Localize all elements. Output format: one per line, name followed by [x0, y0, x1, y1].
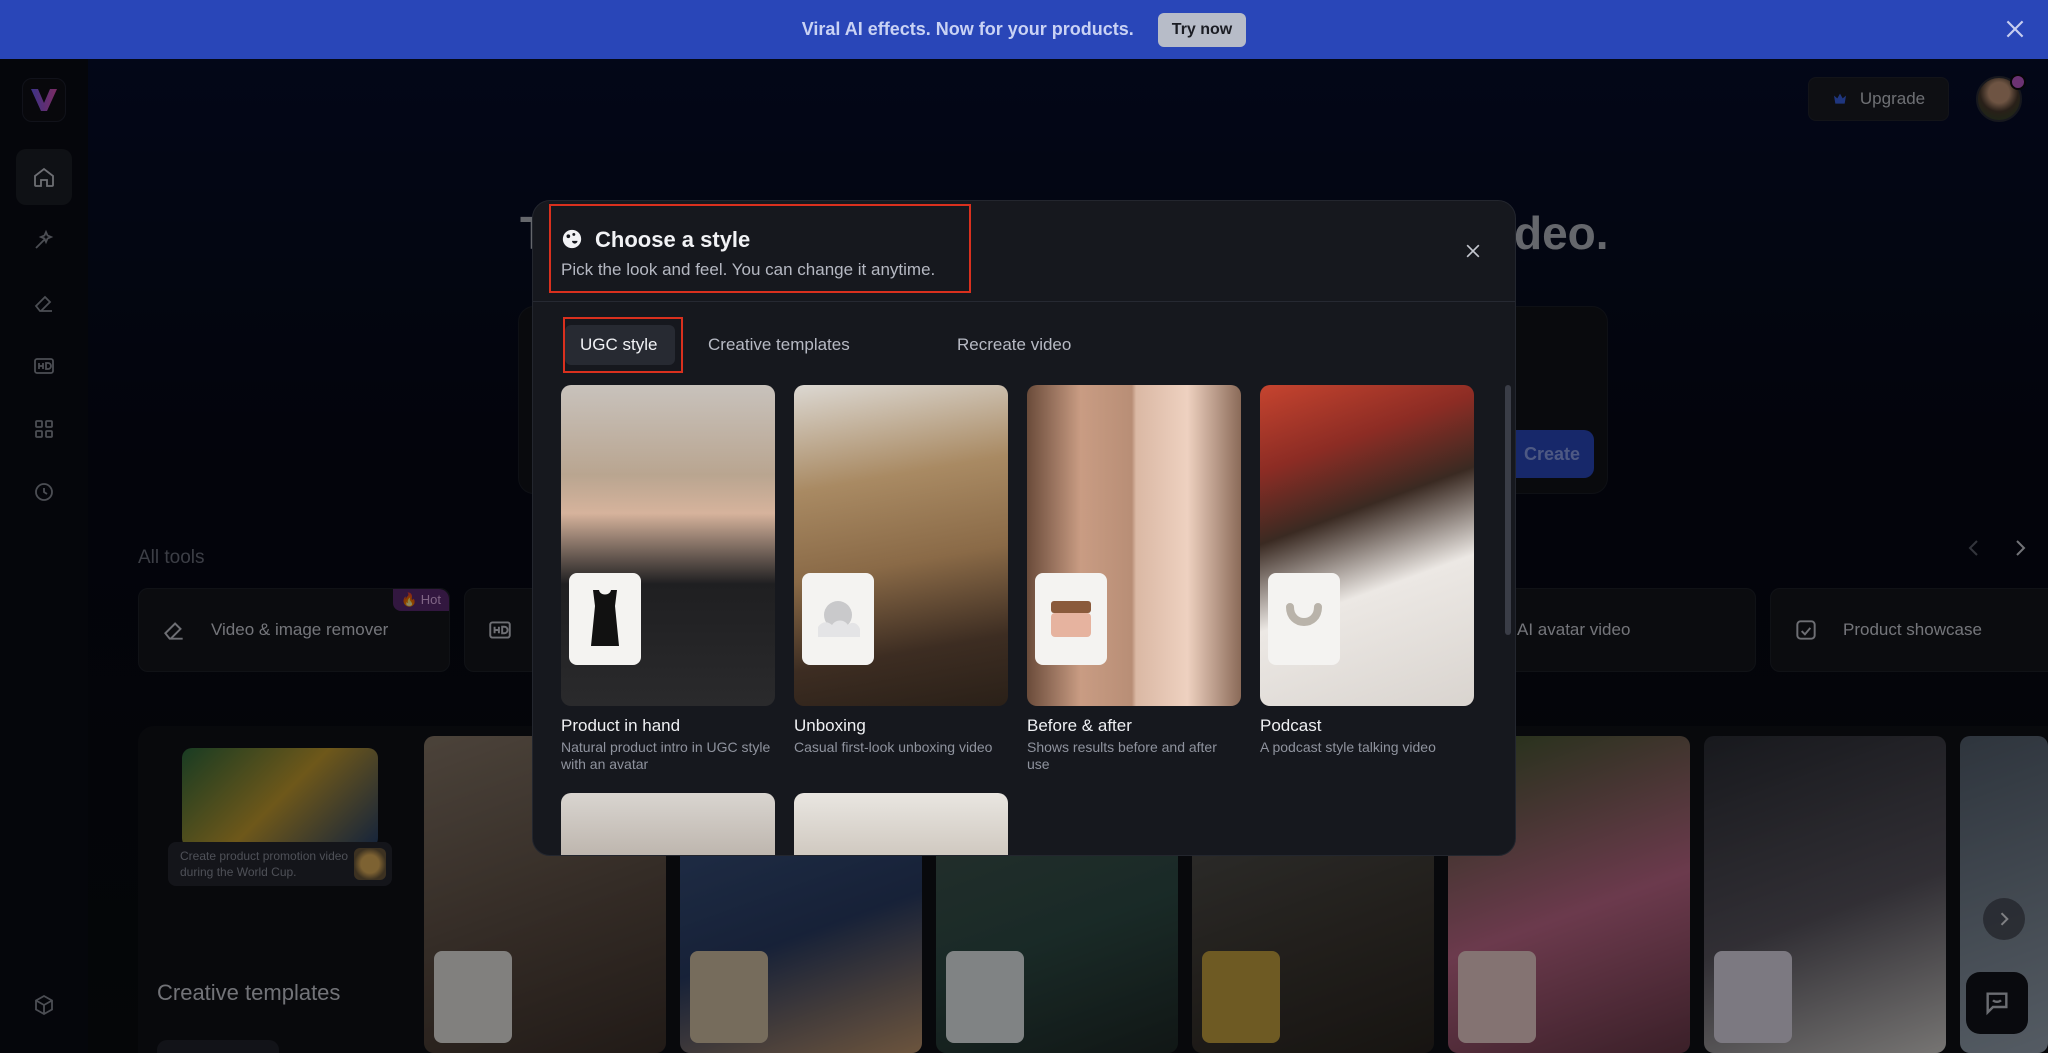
try-now-button[interactable]: Try now	[1157, 12, 1247, 47]
style-image	[1027, 385, 1241, 706]
product-thumbnail	[1035, 573, 1107, 665]
product-thumbnail	[802, 573, 874, 665]
tab-recreate-video[interactable]: Recreate video	[942, 325, 1086, 365]
tab-ugc-style[interactable]: UGC style	[565, 325, 675, 365]
style-name: Before & after	[1027, 716, 1132, 735]
modal-title: Choose a style	[595, 227, 751, 252]
style-name: Product in hand	[561, 716, 681, 735]
tab-creative-templates[interactable]: Creative templates	[693, 325, 865, 365]
product-thumbnail	[569, 573, 641, 665]
style-description: Casual first-look unboxing video	[794, 739, 993, 755]
style-image	[561, 385, 775, 706]
style-image	[1260, 385, 1474, 706]
palette-icon	[562, 229, 582, 249]
style-card-unboxing[interactable]: Unboxing Casual first-look unboxing vide…	[794, 385, 1008, 756]
style-card-before-after[interactable]: Before & after Shows results before and …	[1027, 385, 1241, 773]
style-card-partial[interactable]	[561, 793, 775, 855]
product-thumbnail	[1268, 573, 1340, 665]
close-icon[interactable]	[1463, 241, 1483, 261]
style-card-product-in-hand[interactable]: Product in hand Natural product intro in…	[561, 385, 775, 773]
style-card-podcast[interactable]: Podcast A podcast style talking video	[1260, 385, 1474, 756]
choose-style-modal: Choose a style Pick the look and feel. Y…	[532, 200, 1516, 856]
modal-scrollbar[interactable]	[1505, 385, 1511, 635]
modal-header: Choose a style Pick the look and feel. Y…	[533, 201, 1515, 302]
style-name: Podcast	[1260, 716, 1322, 735]
promo-banner: Viral AI effects. Now for your products.…	[0, 0, 2048, 59]
close-icon[interactable]	[2002, 16, 2028, 42]
style-image	[794, 385, 1008, 706]
style-description: A podcast style talking video	[1260, 739, 1436, 755]
style-name: Unboxing	[794, 716, 866, 735]
promo-text: Viral AI effects. Now for your products.	[801, 19, 1134, 39]
style-card-partial[interactable]	[794, 793, 1008, 855]
modal-subtitle: Pick the look and feel. You can change i…	[561, 260, 936, 279]
style-description: Shows results before and after use	[1027, 739, 1217, 772]
style-description: Natural product intro in UGC style with …	[561, 739, 771, 772]
